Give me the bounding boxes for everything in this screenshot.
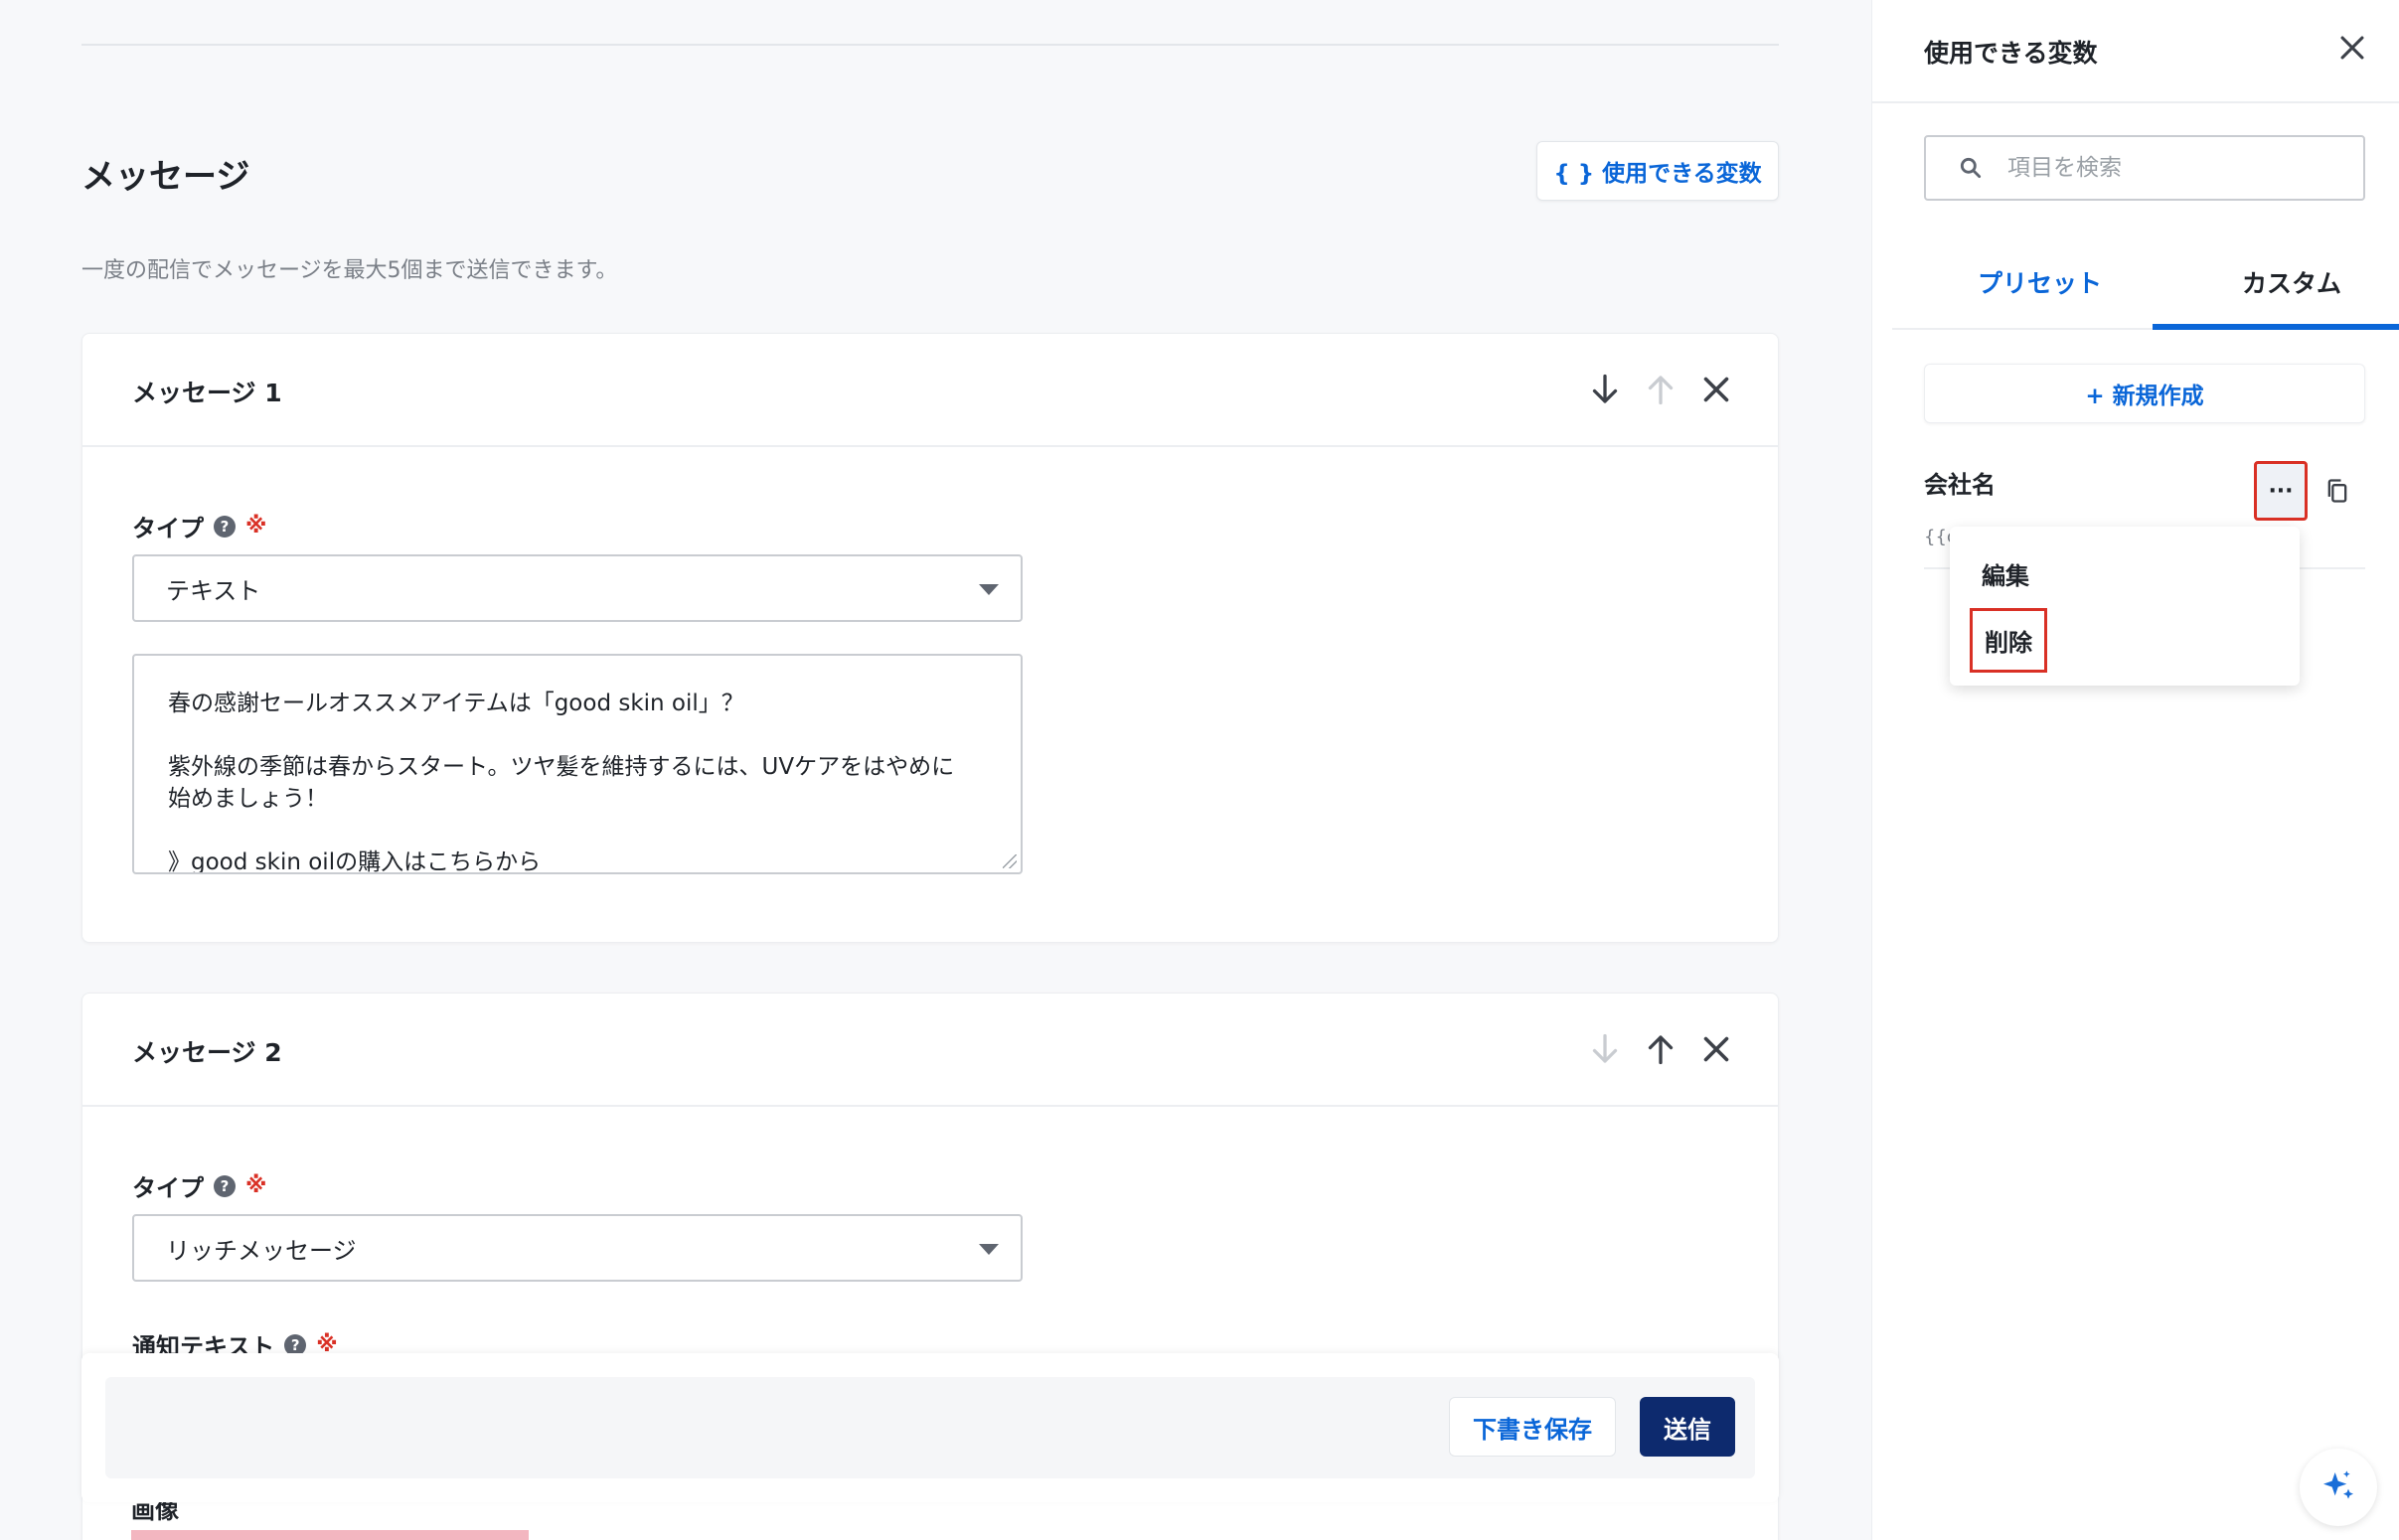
save-draft-button[interactable]: 下書き保存 (1449, 1397, 1616, 1457)
panel-title: 使用できる変数 (1924, 39, 2098, 68)
section-subtitle: 一度の配信でメッセージを最大5個まで送信できます。 (81, 258, 618, 283)
arrow-up-icon[interactable] (1639, 1027, 1682, 1071)
section-title: メッセージ (81, 157, 250, 197)
options-menu: 編集 削除 (1950, 527, 2300, 686)
message-card-header: メッセージ 1 (82, 334, 1778, 447)
message-textarea[interactable]: 春の感謝セールオススメアイテムは「good skin oil」？ 紫外線の季節は… (132, 654, 1023, 874)
message-title: メッセージ 2 (132, 1038, 282, 1067)
variables-panel: 使用できる変数 プリセット カスタム + 新規作成 会社名 {{cc ··· 編… (1871, 0, 2399, 1540)
resize-handle[interactable] (1003, 854, 1017, 868)
image-preview (131, 1530, 529, 1540)
type-select[interactable]: リッチメッセージ (132, 1214, 1023, 1282)
create-new-button[interactable]: + 新規作成 (1924, 364, 2365, 423)
required-mark: ※ (245, 1173, 267, 1198)
arrow-down-icon[interactable] (1583, 368, 1627, 411)
copy-icon[interactable] (2318, 471, 2357, 511)
menu-item-delete[interactable]: 削除 (1970, 608, 2047, 673)
search-icon (1960, 157, 1982, 179)
active-tab-indicator (2153, 324, 2399, 330)
close-icon[interactable] (2332, 28, 2372, 68)
menu-item-edit[interactable]: 編集 (1982, 556, 2029, 591)
message-card-1: メッセージ 1 タイプ ? ※ テキスト 春の感謝セールオススメアイテムは「go… (81, 333, 1779, 943)
close-icon[interactable] (1694, 368, 1738, 411)
help-icon[interactable]: ? (214, 515, 236, 538)
search-field[interactable] (1924, 135, 2365, 201)
panel-header: 使用できる変数 (1872, 0, 2399, 103)
message-card-header: メッセージ 2 (82, 994, 1778, 1107)
tab-preset[interactable]: プリセット (1978, 264, 2102, 300)
type-field-label: タイプ ? ※ (132, 1168, 266, 1203)
type-field-label: タイプ ? ※ (132, 509, 266, 543)
available-variables-button[interactable]: { } 使用できる変数 (1536, 141, 1779, 201)
sparkle-icon (2323, 1470, 2353, 1499)
type-select-value: リッチメッセージ (166, 1236, 357, 1265)
close-icon[interactable] (1694, 1027, 1738, 1071)
arrow-up-icon[interactable] (1639, 368, 1682, 411)
action-footer-inner: 下書き保存 送信 (105, 1377, 1755, 1478)
required-mark: ※ (245, 514, 267, 539)
type-label-text: タイプ (132, 1174, 204, 1202)
message-title: メッセージ 1 (132, 379, 282, 407)
send-button[interactable]: 送信 (1640, 1397, 1735, 1457)
assistant-button[interactable] (2300, 1449, 2377, 1526)
type-select[interactable]: テキスト (132, 554, 1023, 622)
main-content: メッセージ { } 使用できる変数 一度の配信でメッセージを最大5個まで送信でき… (0, 0, 1871, 1540)
help-icon[interactable]: ? (214, 1174, 236, 1197)
variable-name: 会社名 (1924, 471, 1996, 499)
panel-tabs: プリセット カスタム (1892, 242, 2399, 330)
more-options-button[interactable]: ··· (2254, 461, 2308, 521)
divider (81, 44, 1779, 46)
search-input[interactable] (2007, 155, 2335, 181)
message-body-text: 春の感謝セールオススメアイテムは「good skin oil」？ 紫外線の季節は… (168, 691, 955, 874)
action-footer: 下書き保存 送信 (81, 1353, 1779, 1502)
caret-down-icon (979, 584, 999, 595)
tab-custom[interactable]: カスタム (2242, 264, 2341, 300)
type-select-value: テキスト (166, 576, 261, 605)
type-label-text: タイプ (132, 515, 204, 542)
arrow-down-icon[interactable] (1583, 1027, 1627, 1071)
caret-down-icon (979, 1244, 999, 1255)
